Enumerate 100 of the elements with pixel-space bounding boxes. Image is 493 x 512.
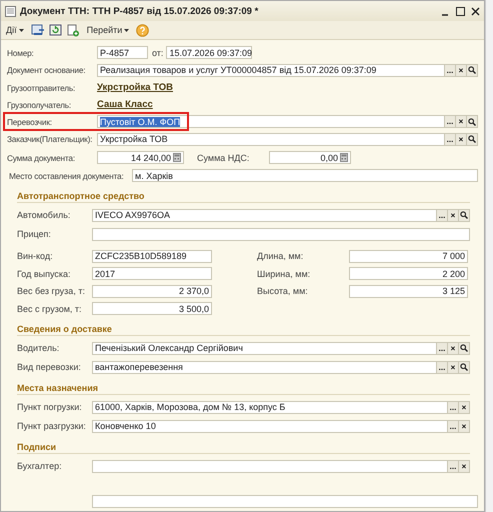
field-button[interactable]: ×	[456, 64, 467, 77]
field-button[interactable]: ×	[459, 460, 470, 472]
document-icon	[5, 6, 16, 16]
menu-button[interactable]: Дії	[4, 25, 26, 35]
field-value: Укрстройка ТОВ	[100, 134, 168, 144]
maximize-icon[interactable]	[456, 6, 465, 16]
input-field[interactable]: 7 000	[349, 250, 468, 263]
save-icon[interactable]	[30, 24, 44, 36]
field-label: Вес без груза, т:	[17, 286, 86, 296]
search-button[interactable]	[467, 132, 478, 146]
field-label: Заказчик(Плательщик):	[7, 134, 94, 144]
field-button[interactable]: ×	[456, 132, 467, 146]
input-field[interactable]: 2 200	[349, 267, 468, 280]
input-field[interactable]	[92, 460, 448, 472]
section-title: Автотранспортное средство	[17, 190, 470, 202]
field-label: Документ основание:	[7, 65, 86, 76]
input-field[interactable]: 2 370,0	[92, 284, 212, 298]
field-label: Пункт разгрузки:	[17, 421, 87, 431]
field-label: от:	[152, 48, 164, 58]
field-label: Прицеп:	[17, 229, 52, 239]
calculator-icon[interactable]	[173, 153, 181, 162]
help-icon[interactable]	[136, 24, 150, 36]
field-button[interactable]: ×	[459, 400, 470, 414]
field-button[interactable]: ...	[448, 400, 459, 414]
amount-field[interactable]: 14 240,00	[97, 151, 184, 164]
section-title: Места назначения	[17, 382, 470, 394]
field-label: Грузополучатель:	[7, 100, 72, 110]
input-field[interactable]: вантажоперевезення	[92, 360, 437, 374]
field-label: Пункт погрузки:	[17, 402, 83, 412]
search-icon	[468, 66, 476, 74]
field-button[interactable]: ...	[445, 115, 456, 128]
search-icon	[460, 211, 468, 219]
amount-field[interactable]: 0,00	[269, 151, 351, 164]
field-label: Вес с грузом, т:	[17, 304, 83, 314]
input-field[interactable]: ZCFC235B10D589189	[92, 250, 212, 263]
search-icon	[468, 135, 476, 144]
input-field[interactable]: 3 500,0	[92, 302, 212, 316]
search-icon	[468, 118, 476, 126]
field-button[interactable]: ×	[448, 208, 459, 222]
section-title: Подписи	[17, 442, 470, 454]
input-field[interactable]: Печенізький Олександр Сергійович	[92, 342, 437, 354]
input-field[interactable]: 2017	[92, 267, 212, 280]
field-button[interactable]: ×	[456, 115, 467, 128]
field-button[interactable]: ...	[448, 420, 459, 432]
field-label: Сумма документа:	[7, 152, 76, 162]
field-label: Место составления документа:	[8, 170, 125, 181]
field-value: Пустовіт О.М. ФОП	[100, 116, 180, 127]
field-value: Реализация товаров и услуг УТ000004857 від 15.07.2026 09:37:09	[100, 65, 376, 76]
input-field[interactable]: 61000, Харків, Морозова, дом № 13, корпус Б	[92, 400, 448, 414]
search-button[interactable]	[459, 208, 470, 222]
company-link[interactable]: Укрстройка ТОВ	[97, 82, 173, 93]
refresh-icon[interactable]	[48, 24, 62, 36]
field-button[interactable]: ×	[459, 420, 470, 432]
input-field[interactable]: Коновченко 10	[92, 420, 448, 432]
window-title: Документ ТТН: ТТН Р-4857 від 15.07.2026 09:37:09 *	[20, 6, 260, 16]
field-label: Перевозчик:	[7, 116, 53, 127]
number-field[interactable]: Р-4857	[97, 46, 148, 60]
document-add-icon[interactable]	[66, 24, 80, 36]
field-label: Высота, мм:	[257, 286, 309, 296]
field-label: Номер:	[7, 48, 35, 58]
input-field[interactable]: IVECO AX9976OA	[92, 208, 437, 222]
company-link[interactable]: Саша Класс	[97, 99, 153, 110]
field-label: Год выпуска:	[17, 268, 72, 279]
search-icon	[460, 344, 468, 352]
field-label: Сумма НДС:	[197, 152, 250, 162]
field-button[interactable]: ...	[445, 64, 456, 77]
input-field[interactable]	[92, 494, 478, 508]
input-field[interactable]: Реализация товаров и услуг УТ000004857 від 15.07.2026 09:37:09	[97, 64, 445, 77]
section-title: Сведения о доставке	[17, 324, 470, 336]
search-button[interactable]	[467, 64, 478, 77]
field-button[interactable]: ×	[448, 342, 459, 354]
search-icon	[460, 363, 468, 371]
field-label: Вин-код:	[17, 251, 54, 262]
input-field[interactable]: Укрстройка ТОВ	[97, 132, 445, 146]
field-button[interactable]: ...	[437, 342, 448, 354]
input-field[interactable]: Пустовіт О.М. ФОП	[97, 115, 445, 128]
caret-icon	[18, 28, 24, 32]
field-button[interactable]: ...	[437, 360, 448, 374]
field-label: Автомобиль:	[17, 210, 72, 220]
field-button[interactable]: ×	[448, 360, 459, 374]
date-field[interactable]: 15.07.2026 09:37:09	[166, 46, 252, 60]
field-label: Грузоотправитель:	[7, 82, 76, 92]
field-label: Ширина, мм:	[257, 268, 312, 279]
search-button[interactable]	[459, 360, 470, 374]
field-label: Вид перевозки:	[17, 362, 82, 372]
search-button[interactable]	[459, 342, 470, 354]
field-label: Длина, мм:	[257, 251, 304, 262]
search-button[interactable]	[467, 115, 478, 128]
menu-button[interactable]: Перейти	[84, 25, 132, 35]
field-button[interactable]: ...	[448, 460, 459, 472]
input-field[interactable]: м. Харків	[132, 169, 478, 182]
field-button[interactable]: ...	[445, 132, 456, 146]
input-field[interactable]	[92, 228, 470, 240]
caret-icon	[124, 28, 130, 32]
field-label: Водитель:	[17, 343, 60, 353]
calculator-icon[interactable]	[340, 153, 348, 162]
close-icon[interactable]	[471, 6, 480, 16]
field-button[interactable]: ...	[437, 208, 448, 222]
input-field[interactable]: 3 125	[349, 284, 468, 298]
field-label: Бухгалтер:	[17, 461, 63, 471]
